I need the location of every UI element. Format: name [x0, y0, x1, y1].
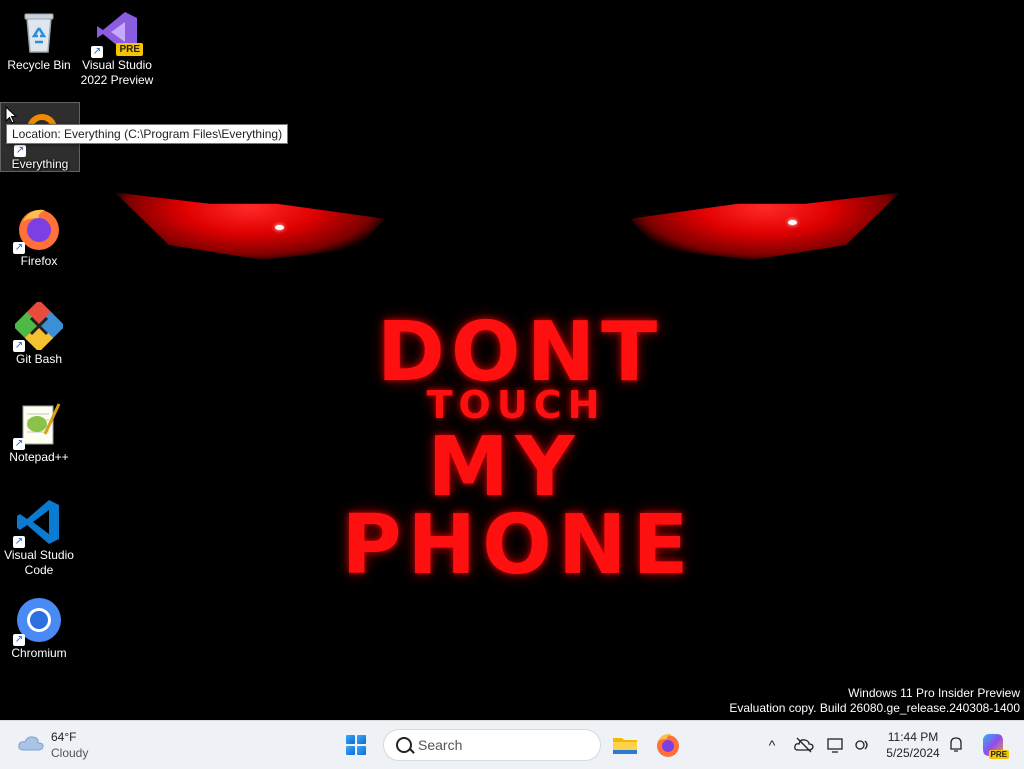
windows-logo-icon [346, 735, 366, 755]
shortcut-arrow-icon: ↗ [13, 634, 25, 646]
search-placeholder: Search [418, 737, 463, 753]
desktop-icon-notepad-plus-plus[interactable]: ↗ Notepad++ [0, 396, 78, 465]
desktop-icon-visual-studio[interactable]: PRE ↗ Visual Studio 2022 Preview [78, 4, 156, 88]
shortcut-arrow-icon: ↗ [91, 46, 103, 58]
desktop-icon-firefox[interactable]: ↗ Firefox [0, 200, 78, 269]
firefox-icon [657, 733, 679, 757]
watermark-build: Evaluation copy. Build 26080.ge_release.… [729, 701, 1020, 715]
taskbar-search[interactable]: Search [383, 729, 601, 761]
shortcut-arrow-icon: ↗ [13, 536, 25, 548]
shortcut-arrow-icon: ↗ [13, 340, 25, 352]
desktop-icon-label: Notepad++ [9, 450, 69, 464]
desktop-icon-label: Everything [11, 157, 69, 171]
desktop-icon-chromium[interactable]: ↗ Chromium [0, 592, 78, 661]
weather-temperature: 64°F [51, 730, 77, 744]
desktop: DONT TOUCH MY PHONE Recycle Bin PRE ↗ Vi… [0, 0, 1024, 720]
visual-studio-icon: PRE ↗ [91, 8, 143, 58]
wallpaper-left-eye [115, 185, 385, 260]
chromium-icon: ↗ [13, 596, 63, 646]
windows-watermark: Windows 11 Pro Insider Preview Evaluatio… [729, 686, 1020, 716]
onedrive-offline-icon[interactable] [794, 735, 814, 755]
shortcut-arrow-icon: ↗ [13, 438, 25, 450]
display-icon[interactable] [826, 735, 846, 755]
watermark-edition: Windows 11 Pro Insider Preview [848, 686, 1020, 700]
mouse-pointer-icon [5, 106, 17, 124]
desktop-icon-label: Firefox [20, 254, 58, 268]
copilot-preview-badge: PRE [988, 750, 1009, 759]
clock-time: 11:44 PM [887, 730, 939, 744]
cloud-icon [18, 736, 44, 751]
start-button[interactable] [340, 729, 372, 761]
taskbar-clock[interactable]: 11:44 PM 5/25/2024 [878, 729, 948, 761]
desktop-icon-label: Chromium [11, 646, 67, 660]
weather-condition: Cloudy [51, 746, 89, 760]
taskbar: 64°F Cloudy Search ^ 11:44 PM 5/25/2024 [0, 720, 1024, 769]
desktop-icon-label: Visual Studio Code [4, 548, 74, 577]
clock-date: 5/25/2024 [886, 746, 940, 760]
notepad-plus-plus-icon: ↗ [13, 400, 63, 450]
search-icon [396, 737, 412, 753]
wallpaper-text-phone: PHONE [341, 498, 695, 593]
copilot-button[interactable]: PRE [977, 729, 1009, 761]
desktop-icon-label: Visual Studio 2022 Preview [80, 58, 154, 87]
network-sound-icon[interactable] [852, 735, 872, 755]
shortcut-arrow-icon: ↗ [13, 242, 25, 254]
preview-badge: PRE [116, 43, 143, 56]
wallpaper-right-eye [630, 185, 900, 260]
show-hidden-icons-chevron-icon[interactable]: ^ [762, 735, 782, 755]
desktop-icon-recycle-bin[interactable]: Recycle Bin [0, 4, 78, 73]
firefox-icon: ↗ [13, 204, 63, 254]
desktop-icon-git-bash[interactable]: ↗ Git Bash [0, 298, 78, 367]
git-bash-icon: ↗ [12, 299, 66, 353]
desktop-icon-label: Recycle Bin [7, 58, 71, 72]
file-explorer-button[interactable] [609, 729, 641, 761]
notification-bell-icon[interactable] [946, 735, 966, 755]
desktop-icon-label: Git Bash [15, 352, 63, 366]
folder-icon [613, 738, 637, 754]
firefox-taskbar-button[interactable] [652, 729, 684, 761]
shortcut-arrow-icon: ↗ [14, 145, 26, 157]
location-tooltip: Location: Everything (C:\Program Files\E… [6, 124, 289, 144]
recycle-bin-icon [15, 8, 63, 56]
desktop-icon-vscode[interactable]: ↗ Visual Studio Code [0, 494, 78, 578]
vscode-icon: ↗ [13, 498, 63, 548]
